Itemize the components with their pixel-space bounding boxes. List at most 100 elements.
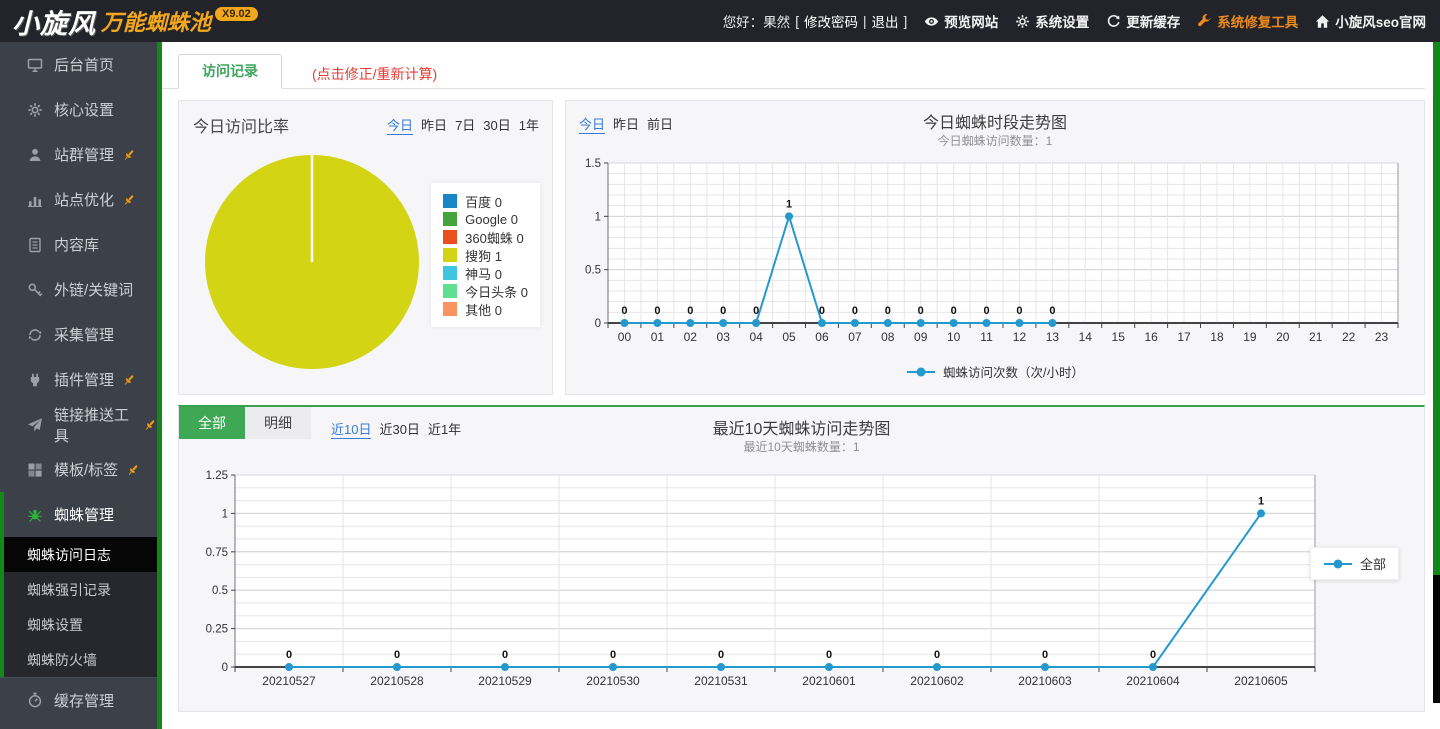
sidebar-item-collect-manage[interactable]: 采集管理	[0, 312, 157, 357]
pie-legend-item[interactable]: 搜狗 1	[443, 246, 528, 264]
pie-legend-item[interactable]: 今日头条 0	[443, 282, 528, 300]
logo-main-text: 小旋风	[12, 2, 96, 41]
sidebar-item-site-optimize[interactable]: 站点优化	[0, 177, 157, 222]
svg-text:0: 0	[826, 649, 832, 661]
header-nav-preview-site[interactable]: 预览网站	[924, 11, 998, 31]
range-option[interactable]: 昨日	[421, 115, 447, 135]
sidebar-item-content-library[interactable]: 内容库	[0, 222, 157, 267]
header-nav-label: 小旋风seo官网	[1335, 11, 1426, 31]
svg-text:0: 0	[286, 649, 292, 661]
range-option[interactable]: 昨日	[613, 114, 639, 134]
hourly-trend-chart: 00.511.500010203040506070809101112131415…	[578, 151, 1408, 363]
recalculate-note[interactable]: (点击修正/重新计算)	[312, 64, 437, 84]
sidebar-subitem-spider-settings[interactable]: 蜘蛛设置	[4, 607, 157, 642]
header-nav-label: 系统设置	[1035, 11, 1089, 31]
sidebar-item-spider-manage[interactable]: 蜘蛛管理	[4, 492, 157, 537]
svg-text:20210604: 20210604	[1126, 674, 1180, 688]
sidebar-subitem-spider-firewall[interactable]: 蜘蛛防火墙	[4, 642, 157, 677]
sidebar-item-site-group[interactable]: 站群管理	[0, 132, 157, 177]
user-icon	[27, 147, 43, 163]
sidebar-item-label: 后台首页	[54, 54, 114, 75]
visit-ratio-panel: 今日访问比率 今日昨日 7日 30日 1年 百度 0Google 0360蜘蛛 0搜狗…	[178, 100, 553, 395]
sidebar-item-dashboard[interactable]: 后台首页	[0, 42, 157, 87]
svg-text:0: 0	[951, 305, 957, 317]
tab-all[interactable]: 全部	[179, 407, 245, 439]
pie-legend-item[interactable]: 其他 0	[443, 300, 528, 318]
svg-text:0: 0	[753, 305, 759, 317]
svg-text:16: 16	[1144, 330, 1158, 344]
change-password-link[interactable]: 修改密码	[804, 11, 858, 31]
svg-text:02: 02	[684, 330, 698, 344]
sidebar-item-links-keywords[interactable]: 外链/关键词	[0, 267, 157, 312]
account-separator: |	[863, 14, 867, 29]
header-nav-refresh-cache[interactable]: 更新缓存	[1106, 11, 1180, 31]
account-area: 您好：果然 [ 修改密码 | 退出 ]	[723, 11, 908, 31]
pie-legend-label: 搜狗 1	[465, 246, 502, 265]
pie-legend-item[interactable]: Google 0	[443, 210, 528, 228]
pie-legend-label: 其他 0	[465, 300, 502, 319]
hourly-chart-subtitle: 今日蜘蛛访问数量：1	[566, 132, 1424, 149]
range-option[interactable]: 今日	[579, 114, 605, 134]
pin-icon	[143, 418, 157, 432]
svg-text:1: 1	[1258, 495, 1264, 507]
send-icon	[27, 417, 43, 433]
range-option[interactable]: 30日	[483, 115, 510, 135]
range-option[interactable]: 7日	[455, 115, 475, 135]
top-header: 小旋风 万能蜘蛛池 X9.02 您好：果然 [ 修改密码 | 退出 ] 预览网站…	[0, 0, 1440, 42]
legend-swatch	[443, 302, 457, 316]
svg-text:17: 17	[1177, 330, 1191, 344]
daily-chart-legend[interactable]: 全部	[1310, 547, 1399, 580]
sync-icon	[27, 327, 43, 343]
svg-text:07: 07	[848, 330, 862, 344]
range-option[interactable]: 近1年	[428, 419, 461, 439]
logout-link[interactable]: 退出	[871, 11, 898, 31]
range-option[interactable]: 近10日	[331, 419, 371, 439]
sidebar-item-templates-tags[interactable]: 模板/标签	[0, 447, 157, 492]
range-option[interactable]: 今日	[387, 115, 413, 135]
tab-detail[interactable]: 明细	[245, 407, 311, 439]
sidebar-item-plugin-manage[interactable]: 插件管理	[0, 357, 157, 402]
right-edge-green-strip	[1433, 42, 1440, 575]
sidebar-item-label: 插件管理	[54, 369, 114, 390]
pie-legend-item[interactable]: 百度 0	[443, 192, 528, 210]
sidebar-subitem-spider-visit-log[interactable]: 蜘蛛访问日志	[4, 537, 157, 572]
range-option[interactable]: 前日	[647, 114, 673, 134]
hourly-chart-title: 今日蜘蛛时段走势图	[566, 109, 1424, 133]
svg-text:19: 19	[1243, 330, 1257, 344]
svg-text:20210531: 20210531	[694, 674, 748, 688]
tab-visit-records[interactable]: 访问记录	[178, 54, 282, 89]
hourly-chart-legend[interactable]: 蜘蛛访问次数（次/小时）	[566, 362, 1424, 381]
sidebar-item-cache-manage[interactable]: 缓存管理	[0, 677, 157, 722]
sidebar-item-link-push-tools[interactable]: 链接推送工具	[0, 402, 157, 447]
svg-text:0: 0	[819, 305, 825, 317]
legend-swatch	[443, 212, 457, 226]
svg-text:0.5: 0.5	[212, 585, 228, 597]
sidebar-item-core-settings[interactable]: 核心设置	[0, 87, 157, 132]
sidebar-subitem-spider-force-log[interactable]: 蜘蛛强引记录	[4, 572, 157, 607]
sidebar-item-label: 链接推送工具	[54, 404, 135, 446]
header-nav-system-settings[interactable]: 系统设置	[1015, 11, 1089, 31]
monitor-icon	[27, 57, 43, 73]
range-option[interactable]: 近30日	[379, 419, 419, 439]
svg-text:20210601: 20210601	[802, 674, 856, 688]
legend-swatch	[443, 194, 457, 208]
visit-ratio-title: 今日访问比率	[193, 113, 289, 137]
legend-marker-icon	[1323, 558, 1353, 570]
svg-text:18: 18	[1210, 330, 1224, 344]
svg-text:0: 0	[983, 305, 989, 317]
pin-icon	[122, 373, 136, 387]
header-nav-label: 预览网站	[944, 11, 998, 31]
svg-text:0: 0	[502, 649, 508, 661]
header-nav-repair-tools[interactable]: 系统修复工具	[1197, 11, 1298, 31]
daily-trend-panel: 全部 明细 近10日近30日近1年 最近10天蜘蛛访问走势图 最近10天蜘蛛数量…	[178, 405, 1425, 712]
svg-text:20210605: 20210605	[1234, 674, 1288, 688]
legend-marker-icon	[906, 366, 936, 378]
pie-legend-item[interactable]: 360蜘蛛 0	[443, 228, 528, 246]
grid-icon	[27, 462, 43, 478]
pie-legend-label: 360蜘蛛 0	[465, 228, 524, 247]
header-nav-official-site[interactable]: 小旋风seo官网	[1315, 11, 1426, 31]
pie-legend-item[interactable]: 神马 0	[443, 264, 528, 282]
header-right: 您好：果然 [ 修改密码 | 退出 ] 预览网站 系统设置更新缓存系统修复工具 小旋…	[723, 11, 1440, 31]
hourly-range-links: 今日昨日前日	[579, 114, 673, 134]
range-option[interactable]: 1年	[519, 115, 539, 135]
